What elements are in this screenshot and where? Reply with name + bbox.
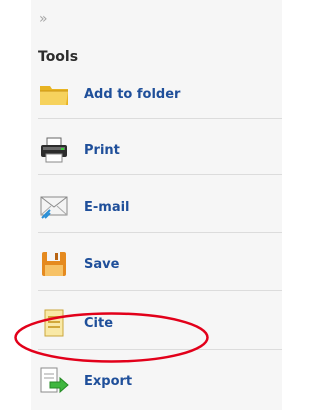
- tools-title: Tools: [38, 49, 79, 65]
- tool-label: Cite: [84, 315, 114, 331]
- divider: [38, 118, 282, 119]
- envelope-icon: [38, 191, 70, 223]
- tool-add-to-folder[interactable]: Add to folder: [38, 74, 282, 114]
- divider: [38, 232, 282, 233]
- tool-label: Export: [84, 373, 133, 389]
- printer-icon: [38, 134, 70, 166]
- folder-icon: [38, 78, 70, 110]
- tool-cite[interactable]: Cite: [38, 303, 282, 343]
- tool-save[interactable]: Save: [38, 244, 282, 284]
- tool-label: Add to folder: [84, 86, 181, 102]
- tool-print[interactable]: Print: [38, 130, 282, 170]
- floppy-disk-icon: [38, 248, 70, 280]
- tool-export[interactable]: Export: [38, 361, 282, 401]
- divider: [38, 174, 282, 175]
- tool-label: E-mail: [84, 199, 130, 215]
- divider: [38, 349, 282, 350]
- divider: [38, 290, 282, 291]
- collapse-panel-button[interactable]: »: [39, 9, 59, 29]
- tool-label: Save: [84, 256, 120, 272]
- tool-email[interactable]: E-mail: [38, 187, 282, 227]
- export-arrow-icon: [38, 365, 70, 397]
- document-icon: [38, 307, 70, 339]
- tool-label: Print: [84, 142, 120, 158]
